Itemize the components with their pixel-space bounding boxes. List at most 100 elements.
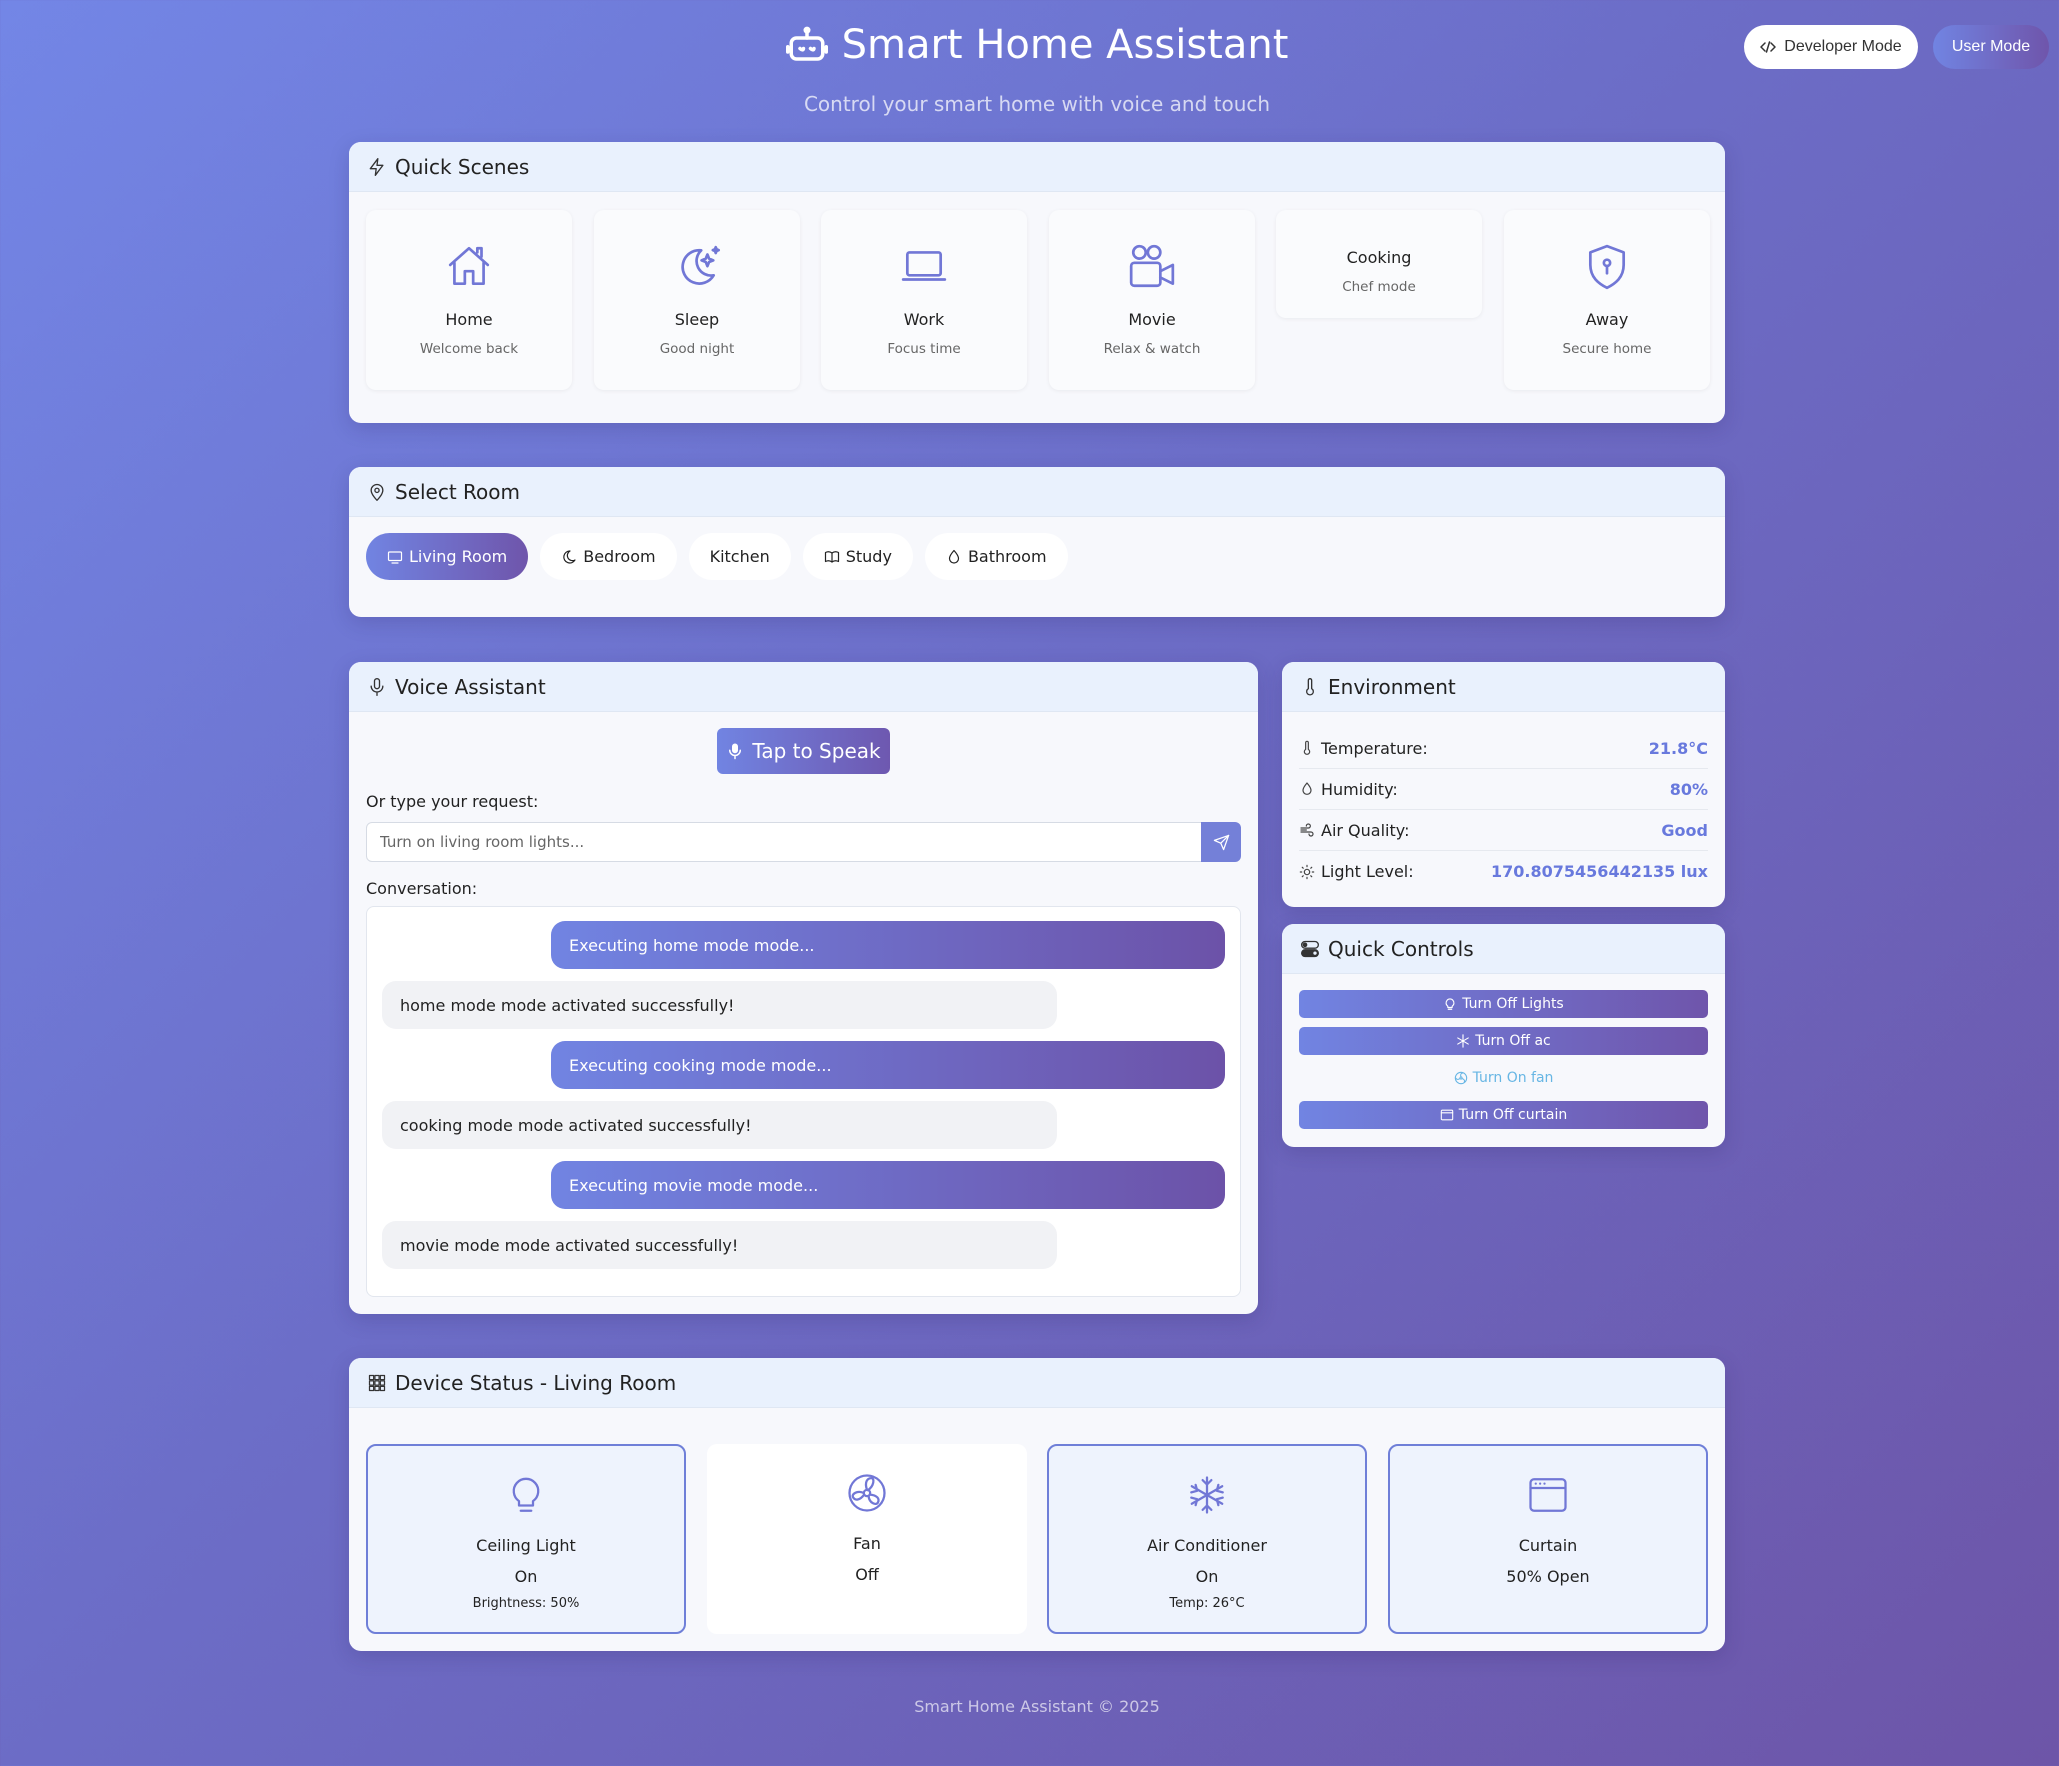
- quick-controls-card: Quick Controls Turn Off Lights Turn Off …: [1282, 924, 1725, 1147]
- env-value: 21.8°C: [1648, 738, 1708, 758]
- device-detail: Brightness: 50%: [472, 1596, 580, 1611]
- shield-lock-icon: [1582, 242, 1632, 292]
- tv-icon: [387, 549, 403, 565]
- wind-icon: [1299, 822, 1315, 838]
- droplet-icon: [1299, 781, 1315, 797]
- room-living-room[interactable]: Living Room: [366, 533, 529, 580]
- developer-mode-label: Developer Mode: [1784, 38, 1902, 55]
- device-state: On: [1195, 1567, 1219, 1586]
- device-name: Curtain: [1518, 1536, 1578, 1555]
- scene-name: Away: [1585, 310, 1629, 329]
- thermometer-icon: [1300, 677, 1320, 697]
- quick-scenes-title: Quick Scenes: [395, 154, 530, 179]
- message-user: Executing home mode mode...: [551, 921, 1225, 969]
- control-label: Turn On fan: [1472, 1070, 1554, 1086]
- env-label: Humidity:: [1321, 779, 1398, 799]
- user-mode-label: User Mode: [1951, 38, 2031, 55]
- room-kitchen[interactable]: Kitchen: [688, 533, 791, 580]
- quick-scenes-header: Quick Scenes: [349, 142, 1725, 192]
- env-light-level: Light Level: 170.8075456442135 lux: [1299, 851, 1708, 892]
- select-room-header: Select Room: [349, 467, 1725, 517]
- developer-mode-button[interactable]: Developer Mode: [1744, 25, 1918, 69]
- env-value: Good: [1661, 820, 1708, 840]
- environment-title: Environment: [1328, 674, 1456, 699]
- page-subtitle: Control your smart home with voice and t…: [803, 92, 1271, 116]
- scene-desc: Focus time: [887, 341, 961, 357]
- control-label: Turn Off curtain: [1458, 1107, 1568, 1123]
- quick-controls-title: Quick Controls: [1328, 936, 1474, 961]
- turn-off-curtain-button[interactable]: Turn Off curtain: [1299, 1101, 1708, 1129]
- sun-icon: [1299, 864, 1315, 880]
- scene-name: Home: [445, 310, 493, 329]
- request-input[interactable]: [366, 822, 1202, 862]
- voice-assistant-header: Voice Assistant: [349, 662, 1258, 712]
- environment-card: Environment Temperature: 21.8°C Humidity…: [1282, 662, 1725, 907]
- lightbulb-icon: [505, 1474, 547, 1516]
- scene-home[interactable]: Home Welcome back: [366, 210, 572, 390]
- device-state: 50% Open: [1506, 1567, 1590, 1586]
- scene-name: Cooking: [1346, 248, 1412, 267]
- message-user: Executing movie mode mode...: [551, 1161, 1225, 1209]
- device-curtain[interactable]: Curtain 50% Open: [1388, 1444, 1708, 1634]
- device-name: Ceiling Light: [476, 1536, 576, 1555]
- moon-icon: [561, 549, 577, 565]
- tap-to-speak-label: Tap to Speak: [752, 739, 881, 763]
- scene-cooking[interactable]: Cooking Chef mode: [1276, 210, 1482, 318]
- room-bathroom[interactable]: Bathroom: [924, 533, 1068, 580]
- turn-off-lights-button[interactable]: Turn Off Lights: [1299, 990, 1708, 1018]
- laptop-icon: [899, 242, 949, 292]
- send-button[interactable]: [1201, 822, 1241, 862]
- snowflake-icon: [1456, 1034, 1470, 1048]
- scene-movie[interactable]: Movie Relax & watch: [1049, 210, 1255, 390]
- device-air-conditioner[interactable]: Air Conditioner On Temp: 26°C: [1047, 1444, 1367, 1634]
- lightbulb-icon: [1443, 997, 1457, 1011]
- camera-reels-icon: [1127, 242, 1177, 292]
- scene-name: Movie: [1128, 310, 1176, 329]
- conversation-box[interactable]: Executing home mode mode... home mode mo…: [366, 906, 1241, 1297]
- env-label: Light Level:: [1321, 862, 1414, 881]
- device-status-card: Device Status - Living Room Ceiling Ligh…: [349, 1358, 1725, 1651]
- scene-sleep[interactable]: Sleep Good night: [594, 210, 800, 390]
- message-user: Executing cooking mode mode...: [551, 1041, 1225, 1089]
- voice-assistant-card: Voice Assistant Tap to Speak Or type you…: [349, 662, 1258, 1314]
- code-icon: [1760, 39, 1777, 55]
- scene-name: Work: [903, 310, 945, 329]
- user-mode-button[interactable]: User Mode: [1933, 25, 2049, 69]
- env-value: 170.8075456442135 lux: [1491, 862, 1708, 881]
- scene-desc: Welcome back: [419, 341, 519, 357]
- location-pin-icon: [367, 482, 387, 502]
- scene-away[interactable]: Away Secure home: [1504, 210, 1710, 390]
- message-assistant: home mode mode activated successfully!: [382, 981, 1057, 1029]
- fan-icon: [846, 1472, 888, 1514]
- device-name: Fan: [853, 1534, 881, 1553]
- room-label: Kitchen: [709, 547, 770, 566]
- tap-to-speak-button[interactable]: Tap to Speak: [717, 728, 890, 774]
- device-state: On: [514, 1567, 538, 1586]
- room-study[interactable]: Study: [802, 533, 913, 580]
- scene-work[interactable]: Work Focus time: [821, 210, 1027, 390]
- window-icon: [1440, 1108, 1454, 1122]
- turn-on-fan-button[interactable]: Turn On fan: [1299, 1064, 1708, 1092]
- window-icon: [1527, 1474, 1569, 1516]
- room-label: Bathroom: [967, 547, 1047, 566]
- scene-desc: Secure home: [1562, 341, 1652, 357]
- room-bedroom[interactable]: Bedroom: [540, 533, 677, 580]
- control-label: Turn Off ac: [1475, 1033, 1551, 1049]
- toggles-icon: [1300, 939, 1320, 959]
- device-fan[interactable]: Fan Off: [707, 1444, 1027, 1634]
- device-detail: Temp: 26°C: [1169, 1596, 1245, 1611]
- voice-assistant-title: Voice Assistant: [395, 674, 546, 699]
- thermometer-icon: [1299, 740, 1315, 756]
- turn-off-ac-button[interactable]: Turn Off ac: [1299, 1027, 1708, 1055]
- env-label: Temperature:: [1321, 738, 1428, 758]
- house-icon: [444, 242, 494, 292]
- robot-icon: [785, 24, 828, 66]
- device-ceiling-light[interactable]: Ceiling Light On Brightness: 50%: [366, 1444, 686, 1634]
- conversation-label: Conversation:: [366, 879, 478, 898]
- env-label: Air Quality:: [1321, 820, 1410, 840]
- send-icon: [1213, 834, 1230, 851]
- device-status-title: Device Status - Living Room: [395, 1370, 677, 1395]
- scene-desc: Relax & watch: [1103, 341, 1201, 357]
- message-assistant: cooking mode mode activated successfully…: [382, 1101, 1057, 1149]
- env-value: 80%: [1669, 779, 1708, 799]
